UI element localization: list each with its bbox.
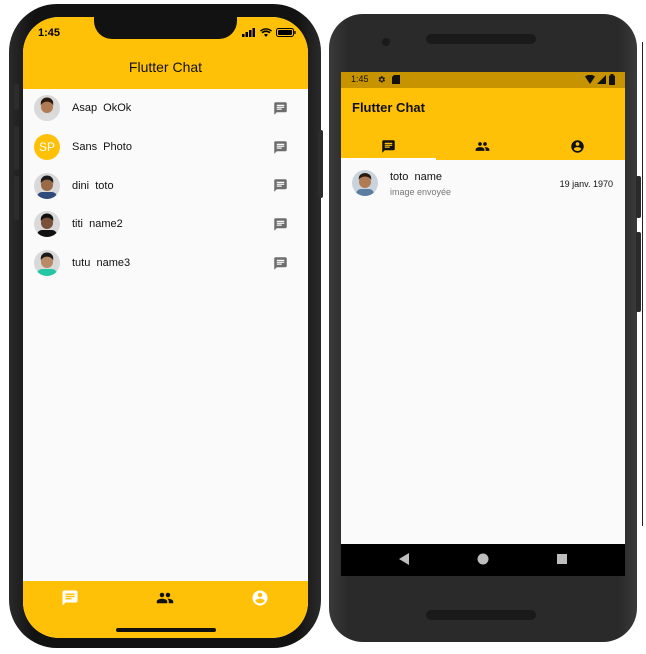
android-nav-bar: [341, 544, 625, 576]
contact-row[interactable]: dini toto: [23, 166, 308, 205]
android-app-bar: Flutter Chat: [341, 88, 625, 160]
avatar: [34, 95, 60, 122]
iphone-power-button: [318, 130, 323, 198]
signal-icon: [597, 75, 606, 84]
android-status-bar: 1:45: [341, 72, 625, 88]
message-icon[interactable]: [273, 217, 288, 232]
android-top-speaker: [426, 34, 536, 44]
people-icon[interactable]: [156, 589, 174, 607]
tab-contacts[interactable]: [436, 132, 531, 160]
people-icon: [476, 141, 490, 151]
conversation-date: 19 janv. 1970: [559, 179, 613, 189]
iphone-volume-down: [14, 176, 19, 220]
message-icon[interactable]: [273, 256, 288, 271]
tab-chats[interactable]: [341, 132, 436, 160]
contact-list: Asap OkOk SP Sans Photo dini toto titi name2…: [23, 89, 308, 282]
conversation-last-message: image envoyée: [390, 187, 452, 197]
conversation-item[interactable]: toto name image envoyée 19 janv. 1970: [341, 160, 625, 212]
recents-icon[interactable]: [555, 552, 569, 566]
account-icon[interactable]: [251, 589, 269, 607]
avatar: [34, 172, 60, 199]
sim-card-icon: [392, 75, 400, 84]
signal-icon: [242, 28, 255, 37]
contact-name: dini toto: [72, 179, 114, 192]
battery-icon: [609, 74, 615, 85]
contact-row[interactable]: Asap OkOk: [23, 89, 308, 128]
android-status-time: 1:45: [351, 74, 369, 84]
android-power-button: [636, 176, 641, 218]
android-front-camera: [382, 38, 390, 46]
iphone-screen: 1:45 Flutter Chat Asap OkOk SP Sans Phot…: [23, 17, 308, 638]
wifi-icon: [585, 75, 595, 84]
iphone-bottom-nav: [23, 581, 308, 638]
contact-name: Sans Photo: [72, 141, 132, 154]
iphone-status-time: 1:45: [38, 27, 61, 39]
iphone-page-title: Flutter Chat: [128, 59, 203, 75]
iphone-status-icons: [242, 28, 296, 37]
contact-name: tutu name3: [72, 257, 131, 270]
battery-icon: [276, 28, 296, 37]
iphone-notch: [94, 17, 237, 39]
iphone-home-indicator[interactable]: [116, 628, 216, 632]
message-icon[interactable]: [273, 101, 288, 116]
android-volume-rocker: [636, 232, 641, 312]
message-icon[interactable]: [273, 140, 288, 155]
message-icon[interactable]: [273, 178, 288, 193]
avatar: [34, 250, 60, 277]
back-icon[interactable]: [398, 552, 412, 566]
iphone-mute-switch: [14, 84, 19, 110]
contact-row[interactable]: titi name2: [23, 205, 308, 244]
chat-icon: [382, 139, 395, 153]
contact-name: Asap OkOk: [72, 102, 132, 115]
tab-profile[interactable]: [530, 132, 625, 160]
iphone-frame: 1:45 Flutter Chat Asap OkOk SP Sans Phot…: [9, 4, 323, 648]
home-icon[interactable]: [476, 552, 490, 566]
android-bottom-speaker: [426, 610, 536, 620]
avatar: [34, 211, 60, 238]
avatar: SP: [34, 134, 60, 161]
android-page-title: Flutter Chat: [352, 100, 425, 115]
window-edge-divider: [642, 42, 643, 526]
iphone-volume-up: [14, 126, 19, 170]
chat-icon[interactable]: [61, 589, 79, 607]
contact-row[interactable]: SP Sans Photo: [23, 128, 308, 167]
wifi-icon: [260, 28, 272, 37]
android-screen: 1:45 Flutter Chat toto name image envoyé…: [341, 72, 625, 576]
account-icon: [571, 139, 584, 153]
contact-name: titi name2: [72, 218, 123, 231]
contact-row[interactable]: tutu name3: [23, 244, 308, 283]
android-tab-bar: [341, 132, 625, 160]
settings-icon: [378, 76, 385, 83]
conversation-name: toto name: [390, 171, 442, 183]
avatar: [352, 170, 378, 196]
